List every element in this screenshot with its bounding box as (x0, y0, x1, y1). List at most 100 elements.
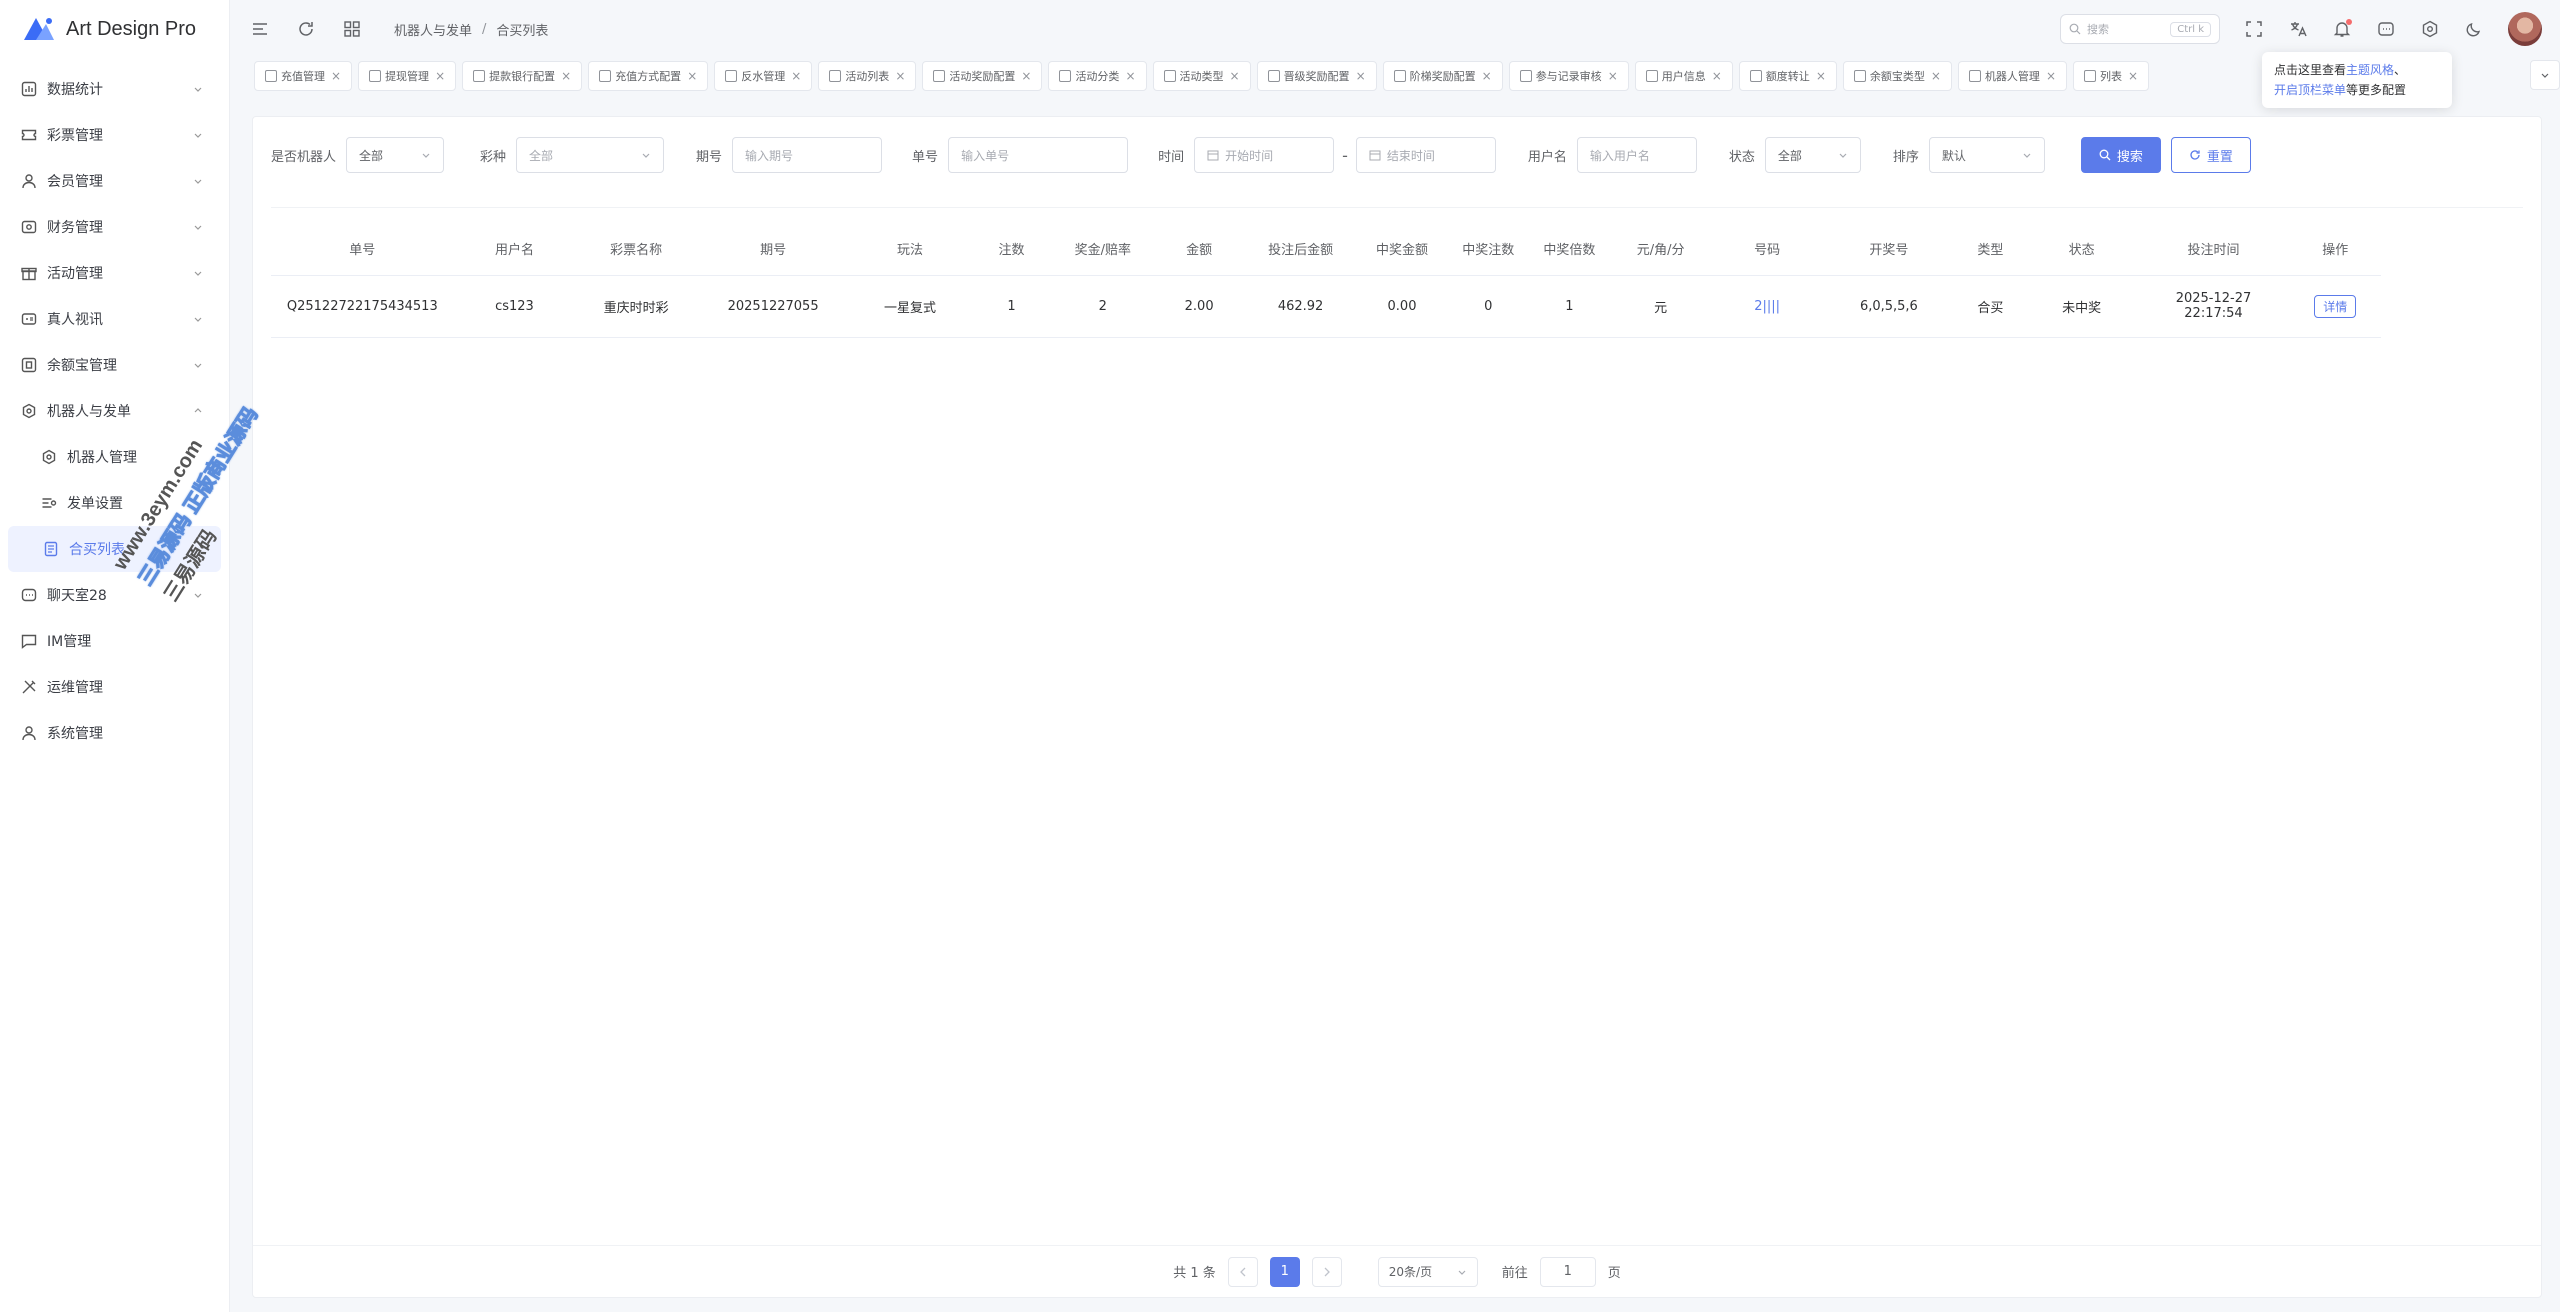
tab[interactable]: 提现管理 × (358, 61, 457, 91)
is-robot-select[interactable]: 全部 (346, 137, 445, 173)
sidebar-item-yuebao[interactable]: 余额宝管理 (0, 342, 229, 388)
tab-active[interactable]: 列表 × (2073, 61, 2150, 91)
period-input[interactable]: 输入期号 (732, 137, 883, 173)
grid-icon[interactable] (342, 19, 362, 39)
tab[interactable]: 充值方式配置 × (588, 61, 709, 91)
tab[interactable]: 活动类型 × (1152, 61, 1251, 91)
chat-icon[interactable] (2376, 19, 2396, 39)
tab[interactable]: 活动奖励配置 × (922, 61, 1043, 91)
theme-style-link[interactable]: 主题风格 (2346, 63, 2394, 77)
sidebar-item-activities[interactable]: 活动管理 (0, 250, 229, 296)
tab[interactable]: 提款银行配置 × (462, 61, 583, 91)
moon-icon[interactable] (2464, 19, 2484, 39)
status-select[interactable]: 全部 (1764, 137, 1861, 173)
sidebar-item-live-video[interactable]: 真人视讯 (0, 296, 229, 342)
sidebar-item-system[interactable]: 系统管理 (0, 710, 229, 756)
tab[interactable]: 活动列表 × (818, 61, 917, 91)
close-icon[interactable]: × (1021, 69, 1031, 83)
cell-play: 一星复式 (849, 275, 971, 338)
reset-button[interactable]: 重置 (2170, 137, 2251, 173)
sidebar-item-finance[interactable]: 财务管理 (0, 204, 229, 250)
col-win-bets: 中奖注数 (1447, 223, 1529, 276)
close-icon[interactable]: × (791, 69, 801, 83)
sidebar-item-members[interactable]: 会员管理 (0, 158, 229, 204)
bet-date: 2025-12-27 (2175, 291, 2252, 306)
close-icon[interactable]: × (1931, 69, 1941, 83)
chevron-down-icon (2023, 153, 2031, 158)
tab[interactable]: 参与记录审核 × (1508, 61, 1629, 91)
tab[interactable]: 额度转让 × (1738, 61, 1837, 91)
page-size-select[interactable]: 20条/页 (1377, 1256, 1478, 1287)
page-number[interactable]: 1 (1269, 1256, 1300, 1287)
tabs-more-button[interactable] (2530, 60, 2560, 90)
tab[interactable]: 充值管理 × (254, 61, 353, 91)
sidebar-item-robot-orders[interactable]: 机器人与发单 (0, 388, 229, 434)
tab[interactable]: 阶梯奖励配置 × (1382, 61, 1503, 91)
close-icon[interactable]: × (1230, 69, 1240, 83)
close-icon[interactable]: × (2128, 69, 2138, 83)
sidebar-item-order-settings[interactable]: 发单设置 (0, 480, 229, 526)
message-icon (20, 632, 38, 650)
next-page-button[interactable] (1311, 1256, 1342, 1287)
sidebar-item-lottery[interactable]: 彩票管理 (0, 112, 229, 158)
close-icon[interactable]: × (2046, 69, 2056, 83)
cell-number-link[interactable]: 2|||| (1711, 275, 1823, 338)
close-icon[interactable]: × (1712, 69, 1722, 83)
close-icon[interactable]: × (331, 69, 341, 83)
close-icon[interactable]: × (561, 69, 571, 83)
fullscreen-icon[interactable] (2244, 19, 2264, 39)
page-size-value: 20条/页 (1388, 1265, 1433, 1279)
username-input[interactable]: 输入用户名 (1576, 137, 1697, 173)
order-no-input[interactable]: 输入单号 (948, 137, 1129, 173)
close-icon[interactable]: × (1125, 69, 1135, 83)
close-icon[interactable]: × (687, 69, 697, 83)
bell-icon[interactable] (2332, 19, 2352, 39)
end-time-input[interactable]: 结束时间 (1355, 137, 1496, 173)
lottery-select[interactable]: 全部 (516, 137, 665, 173)
main-card: 是否机器人 全部 彩种 全部 期号 输入期号 单号 输入单号 时间 开始时间 -… (252, 116, 2542, 1298)
sort-select[interactable]: 默认 (1928, 137, 2045, 173)
sidebar-item-label: 彩票管理 (47, 128, 103, 144)
close-icon[interactable]: × (1816, 69, 1826, 83)
tab[interactable]: 机器人管理 × (1957, 61, 2067, 91)
cell-draw: 6,0,5,5,6 (1822, 275, 1955, 338)
sidebar-item-data-stats[interactable]: 数据统计 (0, 66, 229, 112)
sidebar-item-group-buy-list[interactable]: 合买列表 (8, 526, 221, 572)
refresh-icon[interactable] (296, 19, 316, 39)
bet-time: 22:17:54 (2184, 306, 2243, 321)
tab[interactable]: 用户信息 × (1634, 61, 1733, 91)
close-icon[interactable]: × (1608, 69, 1618, 83)
tab[interactable]: 晋级奖励配置 × (1256, 61, 1377, 91)
tab[interactable]: 余额宝类型 × (1842, 61, 1952, 91)
breadcrumb-item[interactable]: 机器人与发单 (394, 20, 472, 39)
prev-page-button[interactable] (1227, 1256, 1258, 1287)
tab-icon (265, 70, 277, 82)
tab[interactable]: 反水管理 × (714, 61, 813, 91)
search-button[interactable]: 搜索 (2080, 137, 2161, 173)
close-icon[interactable]: × (895, 69, 905, 83)
sidebar-item-ops[interactable]: 运维管理 (0, 664, 229, 710)
tab-label: 活动分类 (1075, 70, 1120, 83)
pagination: 共 1 条 1 20条/页 前往 1 页 (253, 1245, 2541, 1297)
translate-icon[interactable] (2288, 19, 2308, 39)
close-icon[interactable]: × (1356, 69, 1366, 83)
start-time-input[interactable]: 开始时间 (1194, 137, 1335, 173)
menu-toggle-icon[interactable] (250, 19, 270, 39)
sidebar-item-im[interactable]: IM管理 (0, 618, 229, 664)
global-search-input[interactable]: 搜索 Ctrl k (2060, 14, 2220, 44)
avatar[interactable] (2508, 12, 2542, 46)
tab-label: 阶梯奖励配置 (1409, 70, 1476, 83)
close-icon[interactable]: × (1482, 69, 1492, 83)
tab[interactable]: 活动分类 × (1048, 61, 1147, 91)
close-icon[interactable]: × (435, 69, 445, 83)
settings-icon[interactable] (2420, 19, 2440, 39)
chevron-down-icon (194, 317, 202, 322)
detail-button[interactable]: 详情 (2314, 294, 2357, 318)
logo[interactable]: Art Design Pro (0, 0, 229, 58)
sidebar-item-chatroom-28[interactable]: 聊天室28 (0, 572, 229, 618)
goto-page-input[interactable]: 1 (1539, 1256, 1596, 1287)
sidebar-item-robot-management[interactable]: 机器人管理 (0, 434, 229, 480)
top-menu-link[interactable]: 开启顶栏菜单 (2274, 83, 2346, 97)
filter-label: 排序 (1892, 149, 1919, 165)
user-icon (20, 172, 38, 190)
